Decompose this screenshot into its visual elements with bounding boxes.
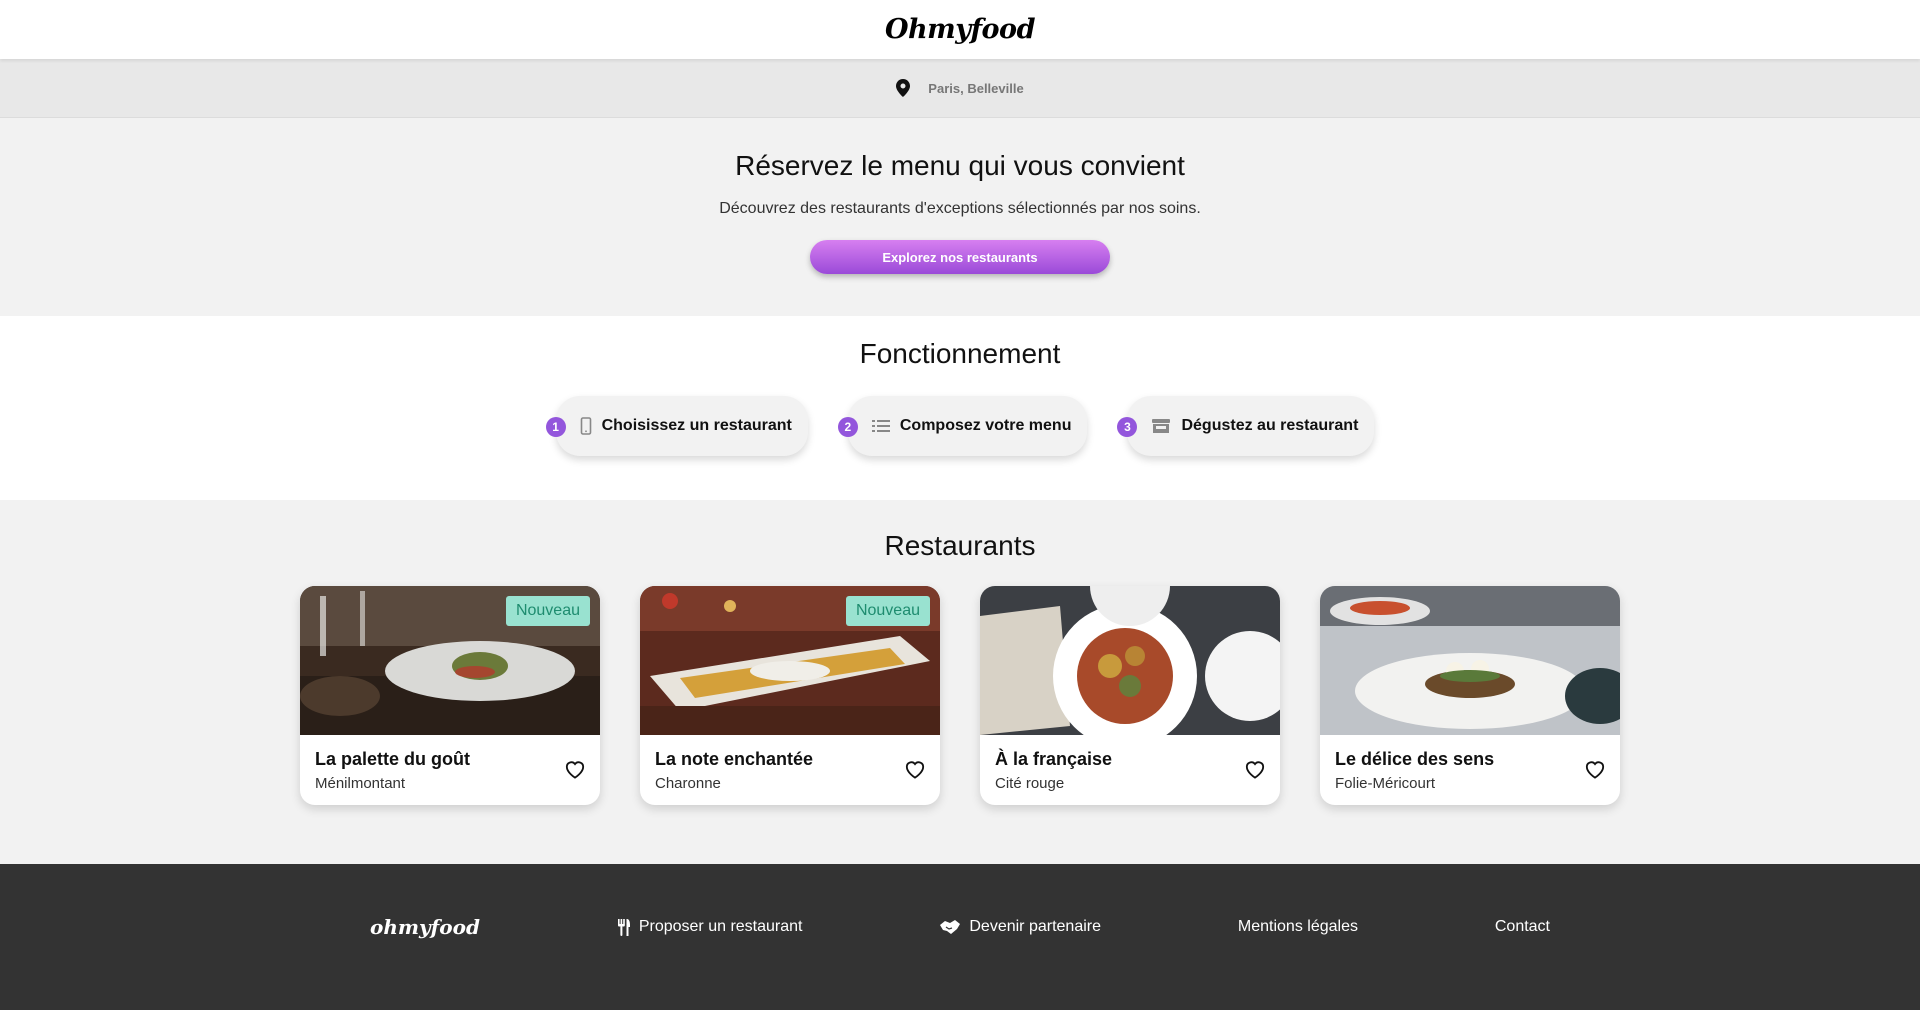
restaurant-area: Cité rouge: [995, 775, 1065, 792]
handshake-icon: [940, 920, 961, 934]
list-icon: [871, 420, 890, 432]
restaurants-title: Restaurants: [884, 530, 1036, 561]
step-item: 1 Choisissez un restaurant: [545, 396, 808, 456]
restaurant-name: À la française: [995, 749, 1113, 769]
restaurant-card-body: La palette du goût Ménilmontant: [300, 735, 600, 805]
restaurant-name: La palette du goût: [315, 749, 470, 769]
utensils-icon: [617, 918, 630, 936]
propose-restaurant-link[interactable]: Proposer un restaurant: [617, 918, 803, 936]
heart-icon[interactable]: [564, 759, 586, 779]
step-card: Composez votre menu: [847, 396, 1088, 456]
step-item: 2 Composez votre menu: [837, 396, 1088, 456]
heart-icon[interactable]: [1244, 759, 1266, 779]
hero-section: Réservez le menu qui vous convient Décou…: [0, 118, 1920, 316]
restaurant-card-body: La note enchantée Charonne: [640, 735, 940, 805]
footer-link-label: Proposer un restaurant: [638, 918, 803, 935]
hero-subtitle: Découvrez des restaurants d'exceptions s…: [719, 200, 1201, 217]
explore-restaurants-button[interactable]: Explorez nos restaurants: [810, 240, 1110, 274]
footer-link-label: Mentions légales: [1237, 918, 1358, 935]
contact-link[interactable]: Contact: [1495, 918, 1550, 936]
restaurant-card-body: À la française Cité rouge: [980, 735, 1280, 805]
location-bar: Paris, Belleville: [0, 59, 1920, 118]
steps-list: 1 Choisissez un restaurant 2 Composez vo…: [545, 396, 1375, 456]
mobile-phone-icon: [580, 417, 591, 435]
step-number: 1: [545, 417, 566, 437]
step-card: Choisissez un restaurant: [555, 396, 808, 456]
restaurant-name: Le délice des sens: [1335, 749, 1495, 769]
step-card: Dégustez au restaurant: [1127, 396, 1375, 456]
heart-icon[interactable]: [1584, 759, 1606, 779]
become-partner-link[interactable]: Devenir partenaire: [939, 918, 1101, 936]
site-logo[interactable]: Ohmyfood: [885, 14, 1035, 45]
store-icon: [1152, 419, 1171, 433]
restaurant-list: Nouveau La palette du goût Ménilmontant: [300, 586, 1620, 805]
restaurant-area: Folie-Méricourt: [1335, 775, 1436, 792]
step-label: Choisissez un restaurant: [601, 417, 792, 434]
step-number: 2: [837, 417, 858, 437]
how-it-works-section: Fonctionnement 1 Choisissez un restauran…: [0, 316, 1920, 500]
heart-icon[interactable]: [904, 759, 926, 779]
restaurant-card[interactable]: Nouveau La palette du goût Ménilmontant: [300, 586, 600, 805]
restaurant-name: La note enchantée: [655, 749, 814, 769]
new-badge: Nouveau: [505, 596, 590, 626]
restaurant-card-body: Le délice des sens Folie-Méricourt: [1320, 735, 1620, 805]
step-item: 3 Dégustez au restaurant: [1117, 396, 1375, 456]
restaurant-area: Ménilmontant: [315, 775, 406, 792]
restaurant-card[interactable]: Le délice des sens Folie-Méricourt: [1320, 586, 1620, 805]
step-label: Dégustez au restaurant: [1181, 417, 1359, 434]
new-badge: Nouveau: [845, 596, 930, 626]
site-header: Ohmyfood: [0, 0, 1920, 59]
restaurant-photo: [980, 586, 1280, 735]
location-text: Paris, Belleville: [928, 80, 1024, 96]
legal-notice-link[interactable]: Mentions légales: [1238, 918, 1358, 936]
how-it-works-title: Fonctionnement: [859, 338, 1061, 369]
restaurants-section: Restaurants Nouveau La palette du goût M…: [0, 500, 1920, 864]
footer-link-label: Devenir partenaire: [969, 918, 1101, 935]
restaurant-photo: [1320, 586, 1620, 735]
restaurant-card[interactable]: Nouveau La note enchantée Charonne: [640, 586, 940, 805]
restaurant-card[interactable]: À la française Cité rouge: [980, 586, 1280, 805]
step-label: Composez votre menu: [899, 417, 1072, 434]
map-pin-icon: [896, 79, 911, 97]
hero-title: Réservez le menu qui vous convient: [735, 150, 1185, 181]
footer-nav: ohmyfood Proposer un restaurant Devenir …: [330, 915, 1590, 939]
footer-logo[interactable]: ohmyfood: [370, 915, 480, 939]
footer-link-label: Contact: [1494, 918, 1550, 935]
restaurant-area: Charonne: [655, 775, 721, 792]
site-footer: ohmyfood Proposer un restaurant Devenir …: [0, 864, 1920, 1010]
